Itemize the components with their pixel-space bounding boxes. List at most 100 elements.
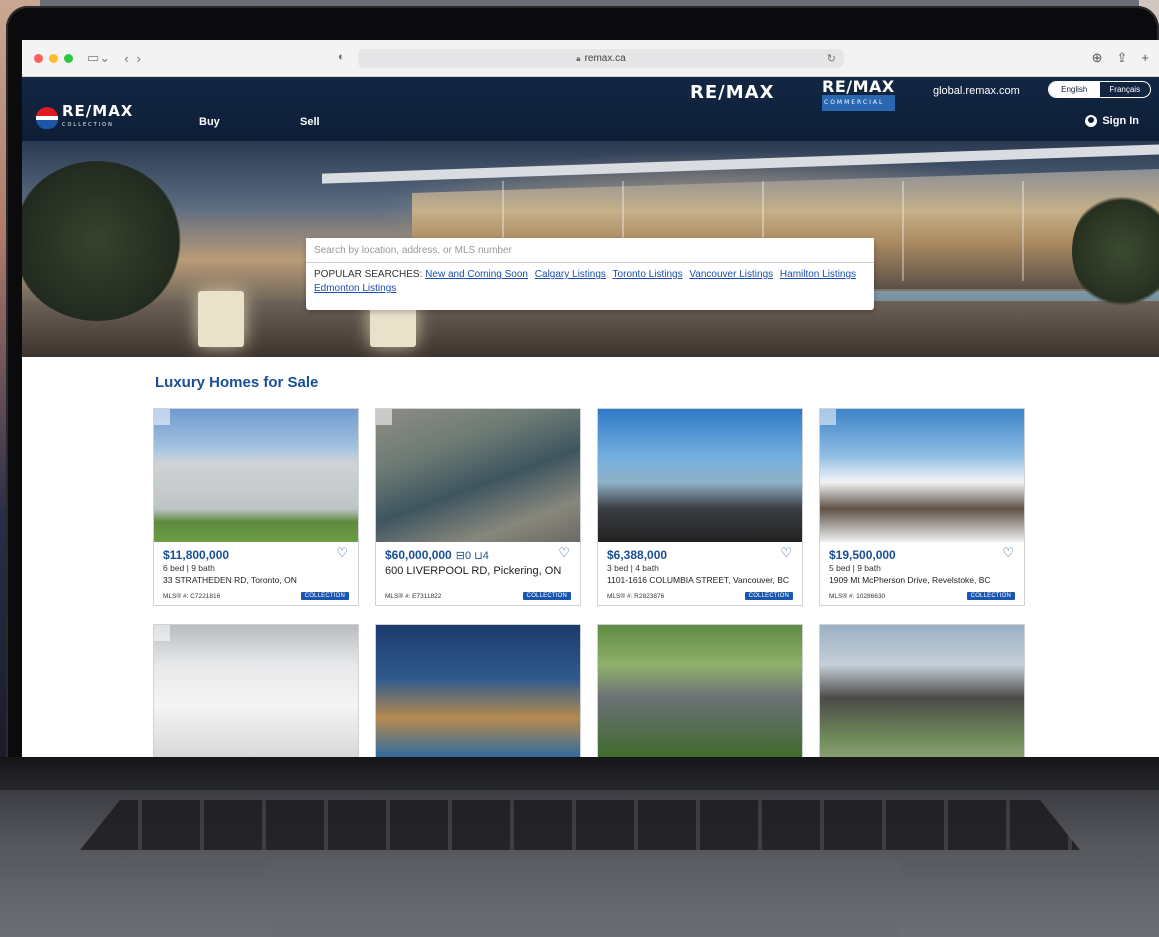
- minimize-window-button[interactable]: [49, 53, 58, 63]
- listing-mls: MLS® #: E7311822: [385, 592, 442, 600]
- privacy-shield-icon[interactable]: ◐: [338, 51, 345, 63]
- brokerage-mark-icon: [154, 409, 170, 425]
- favorite-heart-icon[interactable]: ♡: [558, 545, 570, 561]
- popular-link-toronto[interactable]: Toronto Listings: [613, 269, 683, 280]
- listing-footer: MLS® #: C7221816 COLLECTION: [163, 592, 349, 600]
- nav-sell[interactable]: Sell: [300, 116, 320, 128]
- listing-photo[interactable]: [154, 625, 358, 757]
- listing-photo[interactable]: [376, 625, 580, 757]
- section-title: Luxury Homes for Sale: [155, 374, 319, 391]
- listing-grid: $11,800,000 6 bed | 9 bath 33 STRATHEDEN…: [153, 408, 1025, 757]
- forward-icon[interactable]: ›: [137, 51, 141, 66]
- lock-icon: 🔒︎: [576, 53, 581, 63]
- browser-window: ▭⌄ ‹ › ◐ 🔒︎ remax.ca ↻ ⊕ ⇪ + RE/MAX RE/M…: [22, 40, 1159, 757]
- listing-card[interactable]: [819, 624, 1025, 757]
- listing-beds-baths-icons: ⊟0 ⊔4: [455, 549, 489, 562]
- listing-card[interactable]: [153, 624, 359, 757]
- listing-price: $6,388,000: [607, 548, 668, 562]
- remax-commercial-link[interactable]: RE/MAX COMMERCIAL: [822, 79, 895, 111]
- listing-price-row: $60,000,000 ⊟0 ⊔4: [385, 548, 571, 562]
- balloon-icon: [36, 107, 58, 129]
- commercial-brand-text: RE/MAX: [822, 77, 895, 96]
- popular-link-new[interactable]: New and Coming Soon: [425, 269, 528, 280]
- listing-card[interactable]: [375, 624, 581, 757]
- hero-planter: [198, 291, 244, 347]
- listing-mls: MLS® #: R2823876: [607, 592, 665, 600]
- listing-card[interactable]: [597, 624, 803, 757]
- listing-info: $6,388,000 3 bed | 4 bath 1101-1616 COLU…: [598, 542, 802, 585]
- listing-mls: MLS® #: 10286630: [829, 592, 886, 600]
- listing-beds-baths: 6 bed | 9 bath: [163, 563, 215, 573]
- global-remax-link[interactable]: global.remax.com: [933, 85, 1020, 97]
- listing-card[interactable]: $60,000,000 ⊟0 ⊔4 600 LIVERPOOL RD, Pick…: [375, 408, 581, 606]
- lang-english-button[interactable]: English: [1049, 82, 1100, 97]
- popular-link-vancouver[interactable]: Vancouver Listings: [689, 269, 773, 280]
- reload-icon[interactable]: ↻: [827, 52, 836, 65]
- collection-badge: COLLECTION: [744, 592, 793, 600]
- hero-window: [1022, 181, 1024, 281]
- brokerage-mark-icon: [820, 409, 836, 425]
- sign-in-label: Sign In: [1102, 115, 1139, 127]
- listing-footer: MLS® #: 10286630 COLLECTION: [829, 592, 1015, 600]
- listing-price: $19,500,000: [829, 548, 896, 562]
- popular-link-edmonton[interactable]: Edmonton Listings: [314, 283, 396, 294]
- remax-collection-logo[interactable]: RE/MAX COLLECTION: [36, 102, 134, 131]
- laptop-trackpad: [270, 860, 900, 937]
- sidebar-icon[interactable]: ▭⌄: [87, 50, 110, 66]
- popular-label: POPULAR SEARCHES:: [314, 269, 423, 280]
- listing-photo[interactable]: [376, 409, 580, 542]
- share-icon[interactable]: ⇪: [1117, 50, 1128, 66]
- close-window-button[interactable]: [34, 53, 43, 63]
- nav-buy[interactable]: Buy: [199, 116, 220, 128]
- favorite-heart-icon[interactable]: ♡: [1002, 545, 1014, 561]
- listing-photo[interactable]: [598, 625, 802, 757]
- listing-price: $60,000,000: [385, 548, 452, 562]
- new-tab-icon[interactable]: +: [1141, 50, 1149, 66]
- address-url: remax.ca: [584, 53, 626, 64]
- listing-photo[interactable]: [154, 409, 358, 542]
- listing-photo[interactable]: [820, 409, 1024, 542]
- listing-info: $19,500,000 5 bed | 9 bath 1909 Mt McPhe…: [820, 542, 1024, 585]
- popular-link-calgary[interactable]: Calgary Listings: [535, 269, 606, 280]
- brokerage-mark-icon: [376, 409, 392, 425]
- hero-tree: [22, 161, 182, 321]
- listing-photo[interactable]: [598, 409, 802, 542]
- language-switch: English Français: [1048, 81, 1151, 98]
- favorite-heart-icon[interactable]: ♡: [336, 545, 348, 561]
- listing-beds-baths: 5 bed | 9 bath: [829, 563, 881, 573]
- download-icon[interactable]: ⊕: [1092, 50, 1103, 66]
- zoom-window-button[interactable]: [64, 53, 73, 63]
- listing-card[interactable]: $11,800,000 6 bed | 9 bath 33 STRATHEDEN…: [153, 408, 359, 606]
- listing-address: 600 LIVERPOOL RD, Pickering, ON: [385, 565, 562, 577]
- listing-footer: MLS® #: E7311822 COLLECTION: [385, 592, 571, 600]
- lang-french-button[interactable]: Français: [1100, 82, 1151, 97]
- logo-text: RE/MAX: [62, 102, 134, 120]
- site-header: RE/MAX RE/MAX COMMERCIAL global.remax.co…: [22, 77, 1159, 141]
- listing-footer: MLS® #: R2823876 COLLECTION: [607, 592, 793, 600]
- popular-searches: POPULAR SEARCHES: New and Coming Soon Ca…: [306, 263, 874, 301]
- popular-link-hamilton[interactable]: Hamilton Listings: [780, 269, 856, 280]
- hero-banner: POPULAR SEARCHES: New and Coming Soon Ca…: [22, 141, 1159, 357]
- window-controls: [34, 53, 73, 63]
- listing-photo[interactable]: [820, 625, 1024, 757]
- remax-brand-link[interactable]: RE/MAX: [690, 82, 774, 103]
- listing-address: 1909 Mt McPherson Drive, Revelstoke, BC: [829, 575, 991, 585]
- laptop-keyboard: [80, 800, 1080, 850]
- listing-card[interactable]: $6,388,000 3 bed | 4 bath 1101-1616 COLU…: [597, 408, 803, 606]
- logo-wordmark: RE/MAX COLLECTION: [62, 102, 134, 131]
- toolbar-right: ⊕ ⇪ +: [1092, 50, 1149, 66]
- search-input[interactable]: [306, 238, 874, 263]
- favorite-heart-icon[interactable]: ♡: [780, 545, 792, 561]
- listing-card[interactable]: $19,500,000 5 bed | 9 bath 1909 Mt McPhe…: [819, 408, 1025, 606]
- listing-beds-baths: 3 bed | 4 bath: [607, 563, 659, 573]
- listing-address: 33 STRATHEDEN RD, Toronto, ON: [163, 575, 297, 585]
- logo-sub: COLLECTION: [62, 122, 114, 128]
- address-bar[interactable]: 🔒︎ remax.ca ↻: [358, 49, 844, 68]
- search-panel: POPULAR SEARCHES: New and Coming Soon Ca…: [306, 238, 874, 310]
- back-icon[interactable]: ‹: [124, 51, 128, 66]
- listing-info: $60,000,000 ⊟0 ⊔4 600 LIVERPOOL RD, Pick…: [376, 542, 580, 577]
- listing-mls: MLS® #: C7221816: [163, 592, 221, 600]
- collection-badge: COLLECTION: [966, 592, 1015, 600]
- listing-price: $11,800,000: [163, 548, 230, 562]
- sign-in-button[interactable]: Sign In: [1085, 115, 1139, 127]
